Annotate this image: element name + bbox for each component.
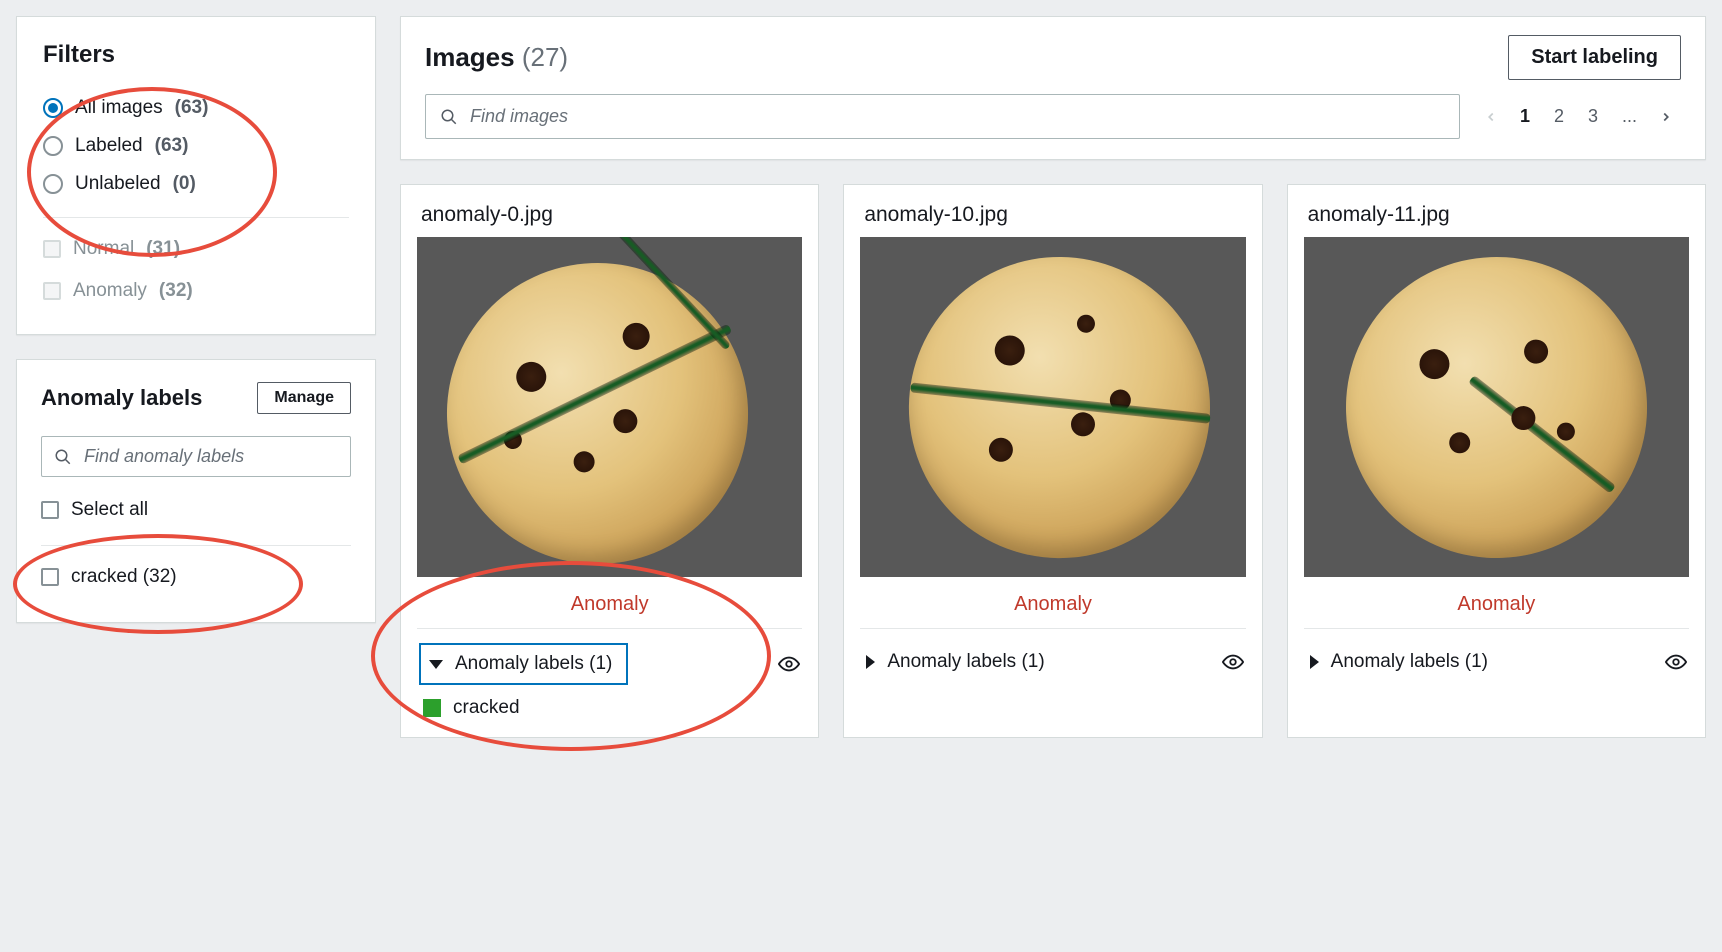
anomaly-labels-panel: Anomaly labels Manage Select all cracked… (16, 359, 376, 623)
divider (1304, 628, 1689, 629)
anomaly-label-name: cracked (453, 697, 520, 719)
images-title: Images (27) (425, 42, 568, 73)
filters-panel: Filters All images (63) Labeled (63) Unl… (16, 16, 376, 335)
caret-down-icon (429, 660, 443, 669)
eye-icon[interactable] (778, 653, 800, 675)
anomaly-labels-header: Anomaly labels (1) (1331, 651, 1488, 673)
divider (43, 217, 349, 218)
radio-icon (43, 136, 63, 156)
filter-check-normal: Normal (31) (43, 228, 349, 270)
anomaly-label-text: cracked (32) (71, 566, 177, 588)
images-search-input[interactable] (468, 105, 1445, 128)
anomaly-labels-toggle[interactable]: Anomaly labels (1) (860, 641, 1245, 683)
filter-check-label: Normal (73, 238, 134, 260)
filter-radio-label: All images (75, 97, 163, 119)
image-thumbnail[interactable] (860, 237, 1245, 577)
anomaly-labels-toggle[interactable]: Anomaly labels (1) (417, 641, 802, 687)
divider (41, 545, 351, 546)
image-filename: anomaly-11.jpg (1308, 203, 1689, 227)
checkbox-icon (43, 282, 61, 300)
checkbox-icon (43, 240, 61, 258)
caret-right-icon (866, 655, 875, 669)
color-swatch (423, 699, 441, 717)
page-next-button[interactable] (1651, 102, 1681, 132)
select-all-label: Select all (71, 499, 148, 521)
page-3[interactable]: 3 (1578, 100, 1608, 133)
filter-radio-count: (0) (173, 173, 196, 195)
images-panel: Images (27) Start labeling 1 2 (400, 16, 1706, 160)
images-title-count: (27) (522, 42, 568, 72)
image-card[interactable]: anomaly-11.jpg Anomaly Anomaly labels (1… (1287, 184, 1706, 738)
radio-icon (43, 98, 63, 118)
anomaly-labels-header: Anomaly labels (1) (455, 653, 612, 675)
image-filename: anomaly-0.jpg (421, 203, 802, 227)
checkbox-icon (41, 501, 59, 519)
filter-radio-all-images[interactable]: All images (63) (43, 89, 349, 127)
filter-check-label: Anomaly (73, 280, 147, 302)
image-card[interactable]: anomaly-0.jpg Anomaly Anomaly lab (400, 184, 819, 738)
anomaly-tag: Anomaly (1304, 577, 1689, 628)
anomaly-labels-header: Anomaly labels (1) (887, 651, 1044, 673)
manage-button[interactable]: Manage (257, 382, 351, 414)
filter-radio-label: Labeled (75, 135, 143, 157)
page-prev-button[interactable] (1476, 102, 1506, 132)
image-filename: anomaly-10.jpg (864, 203, 1245, 227)
caret-right-icon (1310, 655, 1319, 669)
radio-icon (43, 174, 63, 194)
anomaly-labels-search-input[interactable] (82, 445, 338, 468)
filter-radio-label: Unlabeled (75, 173, 161, 195)
page-more[interactable]: ... (1612, 100, 1647, 133)
chevron-right-icon (1659, 110, 1673, 124)
divider (417, 628, 802, 629)
select-all-checkbox[interactable]: Select all (41, 489, 351, 531)
image-cards-grid: anomaly-0.jpg Anomaly Anomaly lab (400, 184, 1706, 738)
image-thumbnail[interactable] (1304, 237, 1689, 577)
filter-radio-count: (63) (155, 135, 189, 157)
anomaly-labels-search[interactable] (41, 436, 351, 477)
anomaly-labels-toggle[interactable]: Anomaly labels (1) (1304, 641, 1689, 683)
filter-check-count: (32) (159, 280, 193, 302)
images-title-text: Images (425, 42, 515, 72)
filter-radio-labeled[interactable]: Labeled (63) (43, 127, 349, 165)
chevron-left-icon (1484, 110, 1498, 124)
eye-icon[interactable] (1665, 651, 1687, 673)
filter-radio-unlabeled[interactable]: Unlabeled (0) (43, 165, 349, 203)
page-1[interactable]: 1 (1510, 100, 1540, 133)
page-2[interactable]: 2 (1544, 100, 1574, 133)
anomaly-labels-title: Anomaly labels (41, 385, 202, 411)
filter-check-count: (31) (146, 238, 180, 260)
anomaly-label-row: cracked (417, 687, 802, 721)
anomaly-label-cracked[interactable]: cracked (32) (41, 556, 351, 598)
start-labeling-button[interactable]: Start labeling (1508, 35, 1681, 80)
divider (860, 628, 1245, 629)
paginator: 1 2 3 ... (1476, 100, 1681, 133)
image-card[interactable]: anomaly-10.jpg Anomaly Anomaly labels (1… (843, 184, 1262, 738)
images-search[interactable] (425, 94, 1460, 139)
eye-icon[interactable] (1222, 651, 1244, 673)
search-icon (54, 448, 72, 466)
image-thumbnail[interactable] (417, 237, 802, 577)
filter-radio-count: (63) (175, 97, 209, 119)
anomaly-tag: Anomaly (860, 577, 1245, 628)
checkbox-icon (41, 568, 59, 586)
anomaly-tag: Anomaly (417, 577, 802, 628)
filters-title: Filters (43, 41, 349, 69)
search-icon (440, 108, 458, 126)
filter-check-anomaly: Anomaly (32) (43, 270, 349, 312)
